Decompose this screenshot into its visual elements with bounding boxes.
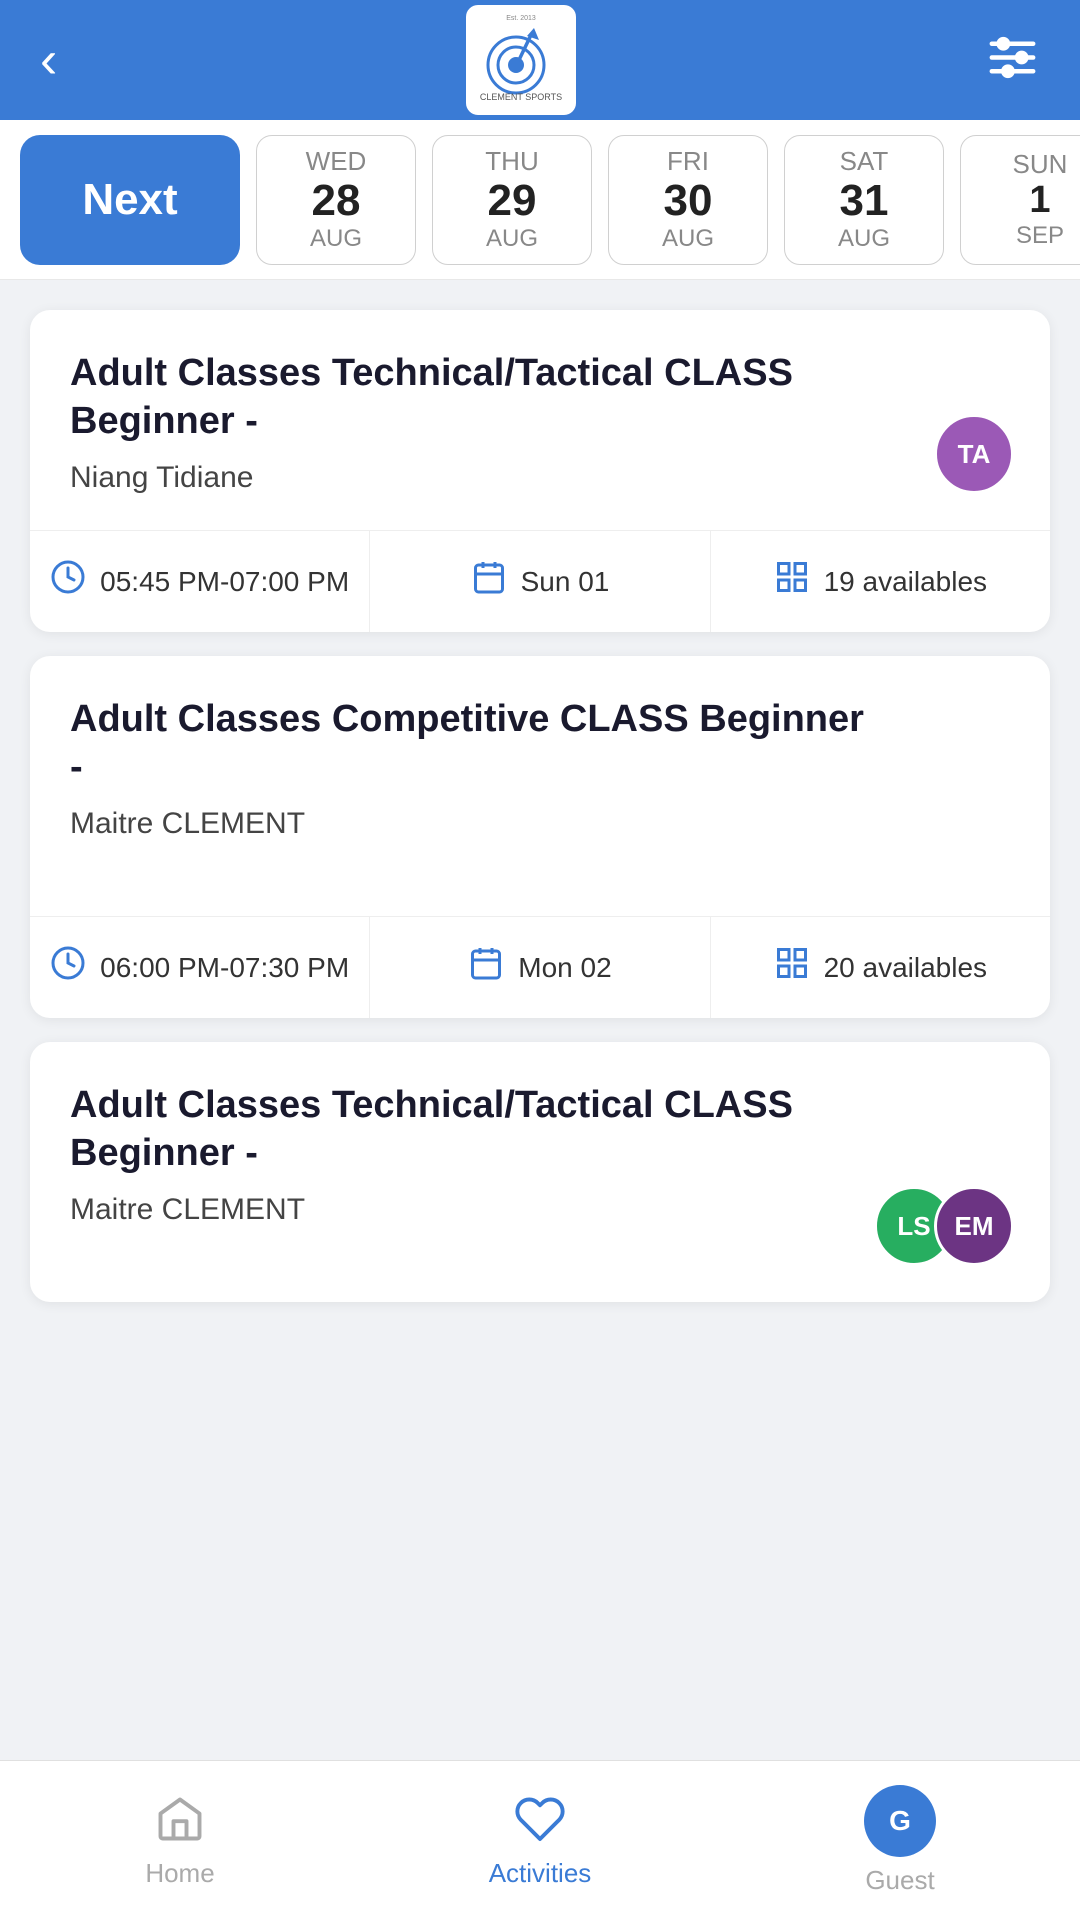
date-wed-28[interactable]: WED 28 AUG (256, 135, 416, 265)
calendar-icon-0 (471, 559, 507, 604)
avatar-em: EM (934, 1186, 1014, 1266)
logo-circle: CLEMENT SPORTS Est. 2013 (466, 5, 576, 115)
activities-label: Activities (489, 1858, 592, 1889)
class-instructor-1: Maitre CLEMENT (70, 807, 1010, 841)
home-icon (154, 1793, 206, 1850)
class-date-1: Mon 02 (370, 917, 710, 1018)
clock-icon (50, 559, 86, 604)
nav-guest[interactable]: G Guest (800, 1785, 1000, 1896)
calendar-icon-1 (468, 945, 504, 990)
class-instructor-2: Maitre CLEMENT (70, 1193, 1010, 1227)
avatar-ta: TA (934, 414, 1014, 494)
back-button[interactable]: ‹ (40, 30, 57, 90)
card-body-1: Adult Classes Competitive CLASS Beginner… (30, 656, 1050, 916)
date-navigation: Next WED 28 AUG THU 29 AUG FRI 30 AUG SA… (0, 120, 1080, 280)
class-title-2: Adult Classes Technical/Tactical CLASS B… (70, 1082, 869, 1177)
date-sun-1[interactable]: SUN 1 SEP (960, 135, 1080, 265)
nav-activities[interactable]: Activities (440, 1793, 640, 1889)
grid-icon-1 (774, 945, 810, 990)
logo: CLEMENT SPORTS Est. 2013 (466, 5, 576, 115)
guest-avatar: G (864, 1785, 936, 1857)
class-card-0[interactable]: Adult Classes Technical/Tactical CLASS B… (30, 310, 1050, 632)
svg-text:Est. 2013: Est. 2013 (506, 15, 536, 22)
home-label: Home (145, 1858, 214, 1889)
bottom-navigation: Home Activities G Guest (0, 1760, 1080, 1920)
guest-label: Guest (865, 1865, 934, 1896)
settings-icon[interactable] (985, 30, 1040, 90)
class-title-0: Adult Classes Technical/Tactical CLASS B… (70, 350, 869, 445)
avatar-group-0: TA (934, 414, 1014, 494)
date-sat-31[interactable]: SAT 31 AUG (784, 135, 944, 265)
activities-icon (514, 1793, 566, 1850)
nav-home[interactable]: Home (80, 1793, 280, 1889)
class-time-1: 06:00 PM-07:30 PM (30, 917, 370, 1018)
svg-text:CLEMENT SPORTS: CLEMENT SPORTS (480, 92, 562, 102)
avatar-group-2: LS EM (894, 1186, 1014, 1266)
class-card-1[interactable]: Adult Classes Competitive CLASS Beginner… (30, 656, 1050, 1018)
card-footer-1: 06:00 PM-07:30 PM Mon 02 20 availables (30, 916, 1050, 1018)
class-instructor-0: Niang Tidiane (70, 461, 1010, 495)
date-thu-29[interactable]: THU 29 AUG (432, 135, 592, 265)
class-available-0: 19 availables (711, 531, 1050, 632)
next-button[interactable]: Next (20, 135, 240, 265)
class-date-0: Sun 01 (370, 531, 710, 632)
date-fri-30[interactable]: FRI 30 AUG (608, 135, 768, 265)
clock-icon-1 (50, 945, 86, 990)
card-body-2: Adult Classes Technical/Tactical CLASS B… (30, 1042, 1050, 1302)
class-title-1: Adult Classes Competitive CLASS Beginner… (70, 696, 869, 791)
class-card-2[interactable]: Adult Classes Technical/Tactical CLASS B… (30, 1042, 1050, 1302)
header: ‹ CLEMENT SPORTS Est. 2013 (0, 0, 1080, 120)
grid-icon-0 (774, 559, 810, 604)
class-time-0: 05:45 PM-07:00 PM (30, 531, 370, 632)
card-body-0: Adult Classes Technical/Tactical CLASS B… (30, 310, 1050, 530)
classes-list: Adult Classes Technical/Tactical CLASS B… (0, 280, 1080, 1502)
logo-svg: CLEMENT SPORTS Est. 2013 (471, 10, 571, 110)
card-footer-0: 05:45 PM-07:00 PM Sun 01 19 availables (30, 530, 1050, 632)
class-available-1: 20 availables (711, 917, 1050, 1018)
